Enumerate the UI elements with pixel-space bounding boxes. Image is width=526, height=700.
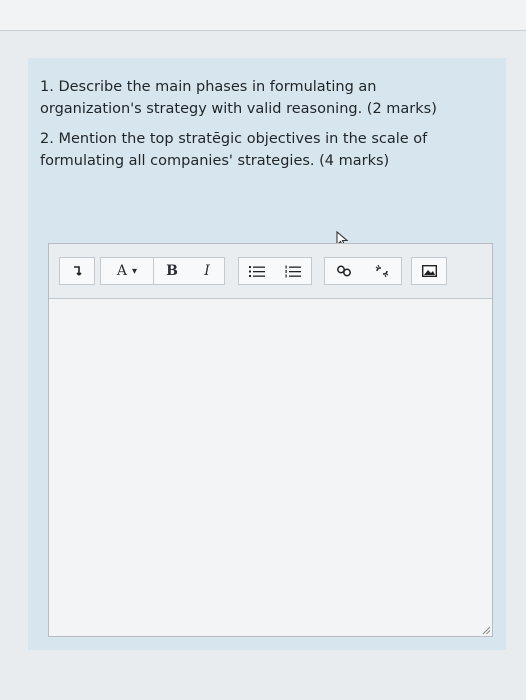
link-icon: [337, 265, 351, 277]
italic-label: I: [204, 263, 210, 279]
image-icon: [421, 265, 437, 277]
bulleted-list-button[interactable]: [239, 258, 275, 284]
question-card: 1. Describe the main phases in formulati…: [28, 58, 506, 650]
chevron-down-icon: ▾: [132, 265, 138, 277]
remove-link-button[interactable]: [363, 258, 401, 284]
question-item-2: 2. Mention the top stratēgic objectives …: [40, 131, 428, 169]
editor-toolbar: A ▾ B I: [49, 244, 492, 299]
paragraph-format-button[interactable]: [60, 258, 94, 284]
numbered-list-icon: [285, 265, 301, 277]
text-style-group: A ▾ B I: [100, 257, 225, 285]
list-group: [238, 257, 312, 285]
paragraph-format-icon: [74, 266, 82, 276]
rich-text-editor: A ▾ B I: [48, 243, 493, 637]
media-group: [411, 257, 447, 285]
unlink-icon: [375, 264, 389, 278]
numbered-list-button[interactable]: [275, 258, 311, 284]
bulleted-list-icon: [249, 265, 265, 277]
link-group: [324, 257, 402, 285]
top-strip: [0, 0, 526, 31]
font-style-button[interactable]: A ▾: [101, 258, 153, 284]
italic-button[interactable]: I: [190, 258, 224, 284]
font-label: A: [116, 263, 128, 279]
paragraph-group: [59, 257, 95, 285]
question-text: 1. Describe the main phases in formulati…: [40, 76, 480, 180]
resize-handle-icon[interactable]: [481, 625, 491, 635]
bold-button[interactable]: B: [154, 258, 190, 284]
insert-image-button[interactable]: [412, 258, 446, 284]
editor-content-area[interactable]: [49, 299, 492, 636]
insert-link-button[interactable]: [325, 258, 363, 284]
question-item-1: 1. Describe the main phases in formulati…: [40, 79, 437, 117]
bold-label: B: [166, 263, 178, 279]
